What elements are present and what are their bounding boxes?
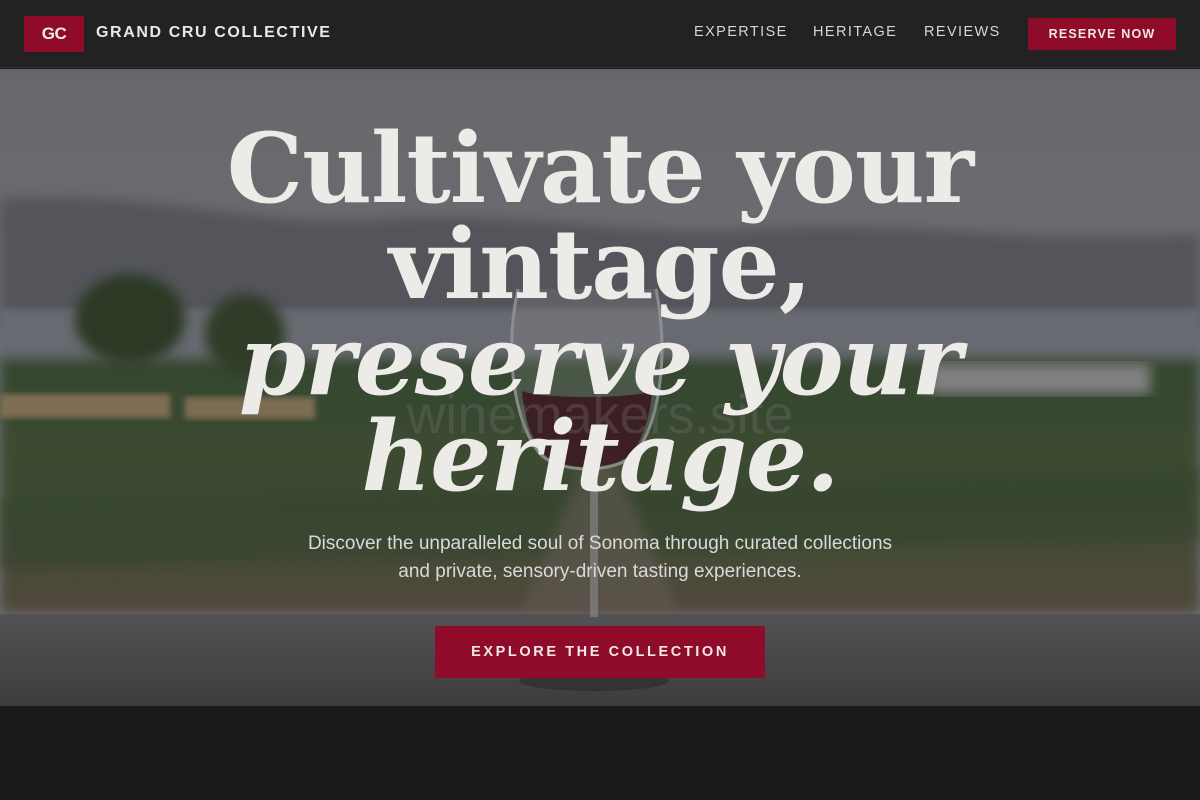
hero-headline: Cultivate your vintage, preserve your he… — [200, 121, 1000, 505]
reserve-now-button[interactable]: RESERVE NOW — [1028, 18, 1176, 50]
hero-subtitle: Discover the unparalleled soul of Sonoma… — [250, 530, 950, 586]
headline-line-3: preserve your — [239, 304, 962, 417]
logo-badge[interactable]: GC — [24, 16, 84, 52]
headline-line-4: heritage. — [361, 400, 839, 513]
site-header: GC GRAND CRU COLLECTIVE EXPERTISE HERITA… — [0, 0, 1200, 68]
brand-name[interactable]: GRAND CRU COLLECTIVE — [96, 24, 332, 42]
subtitle-line-2: and private, sensory-driven tasting expe… — [398, 561, 802, 582]
subtitle-line-1: Discover the unparalleled soul of Sonoma… — [307, 533, 893, 554]
nav-link-heritage[interactable]: HERITAGE — [813, 24, 897, 40]
headline-line-1: Cultivate your — [226, 112, 975, 225]
nav-link-reviews[interactable]: REVIEWS — [924, 24, 1001, 40]
nav-link-expertise[interactable]: EXPERTISE — [694, 24, 788, 40]
headline-line-2: vintage, — [388, 208, 812, 321]
explore-collection-button[interactable]: EXPLORE THE COLLECTION — [435, 626, 765, 678]
page-bottom-band — [0, 706, 1200, 800]
hero-section: winemakers.site Cultivate your vintage, … — [0, 69, 1200, 706]
